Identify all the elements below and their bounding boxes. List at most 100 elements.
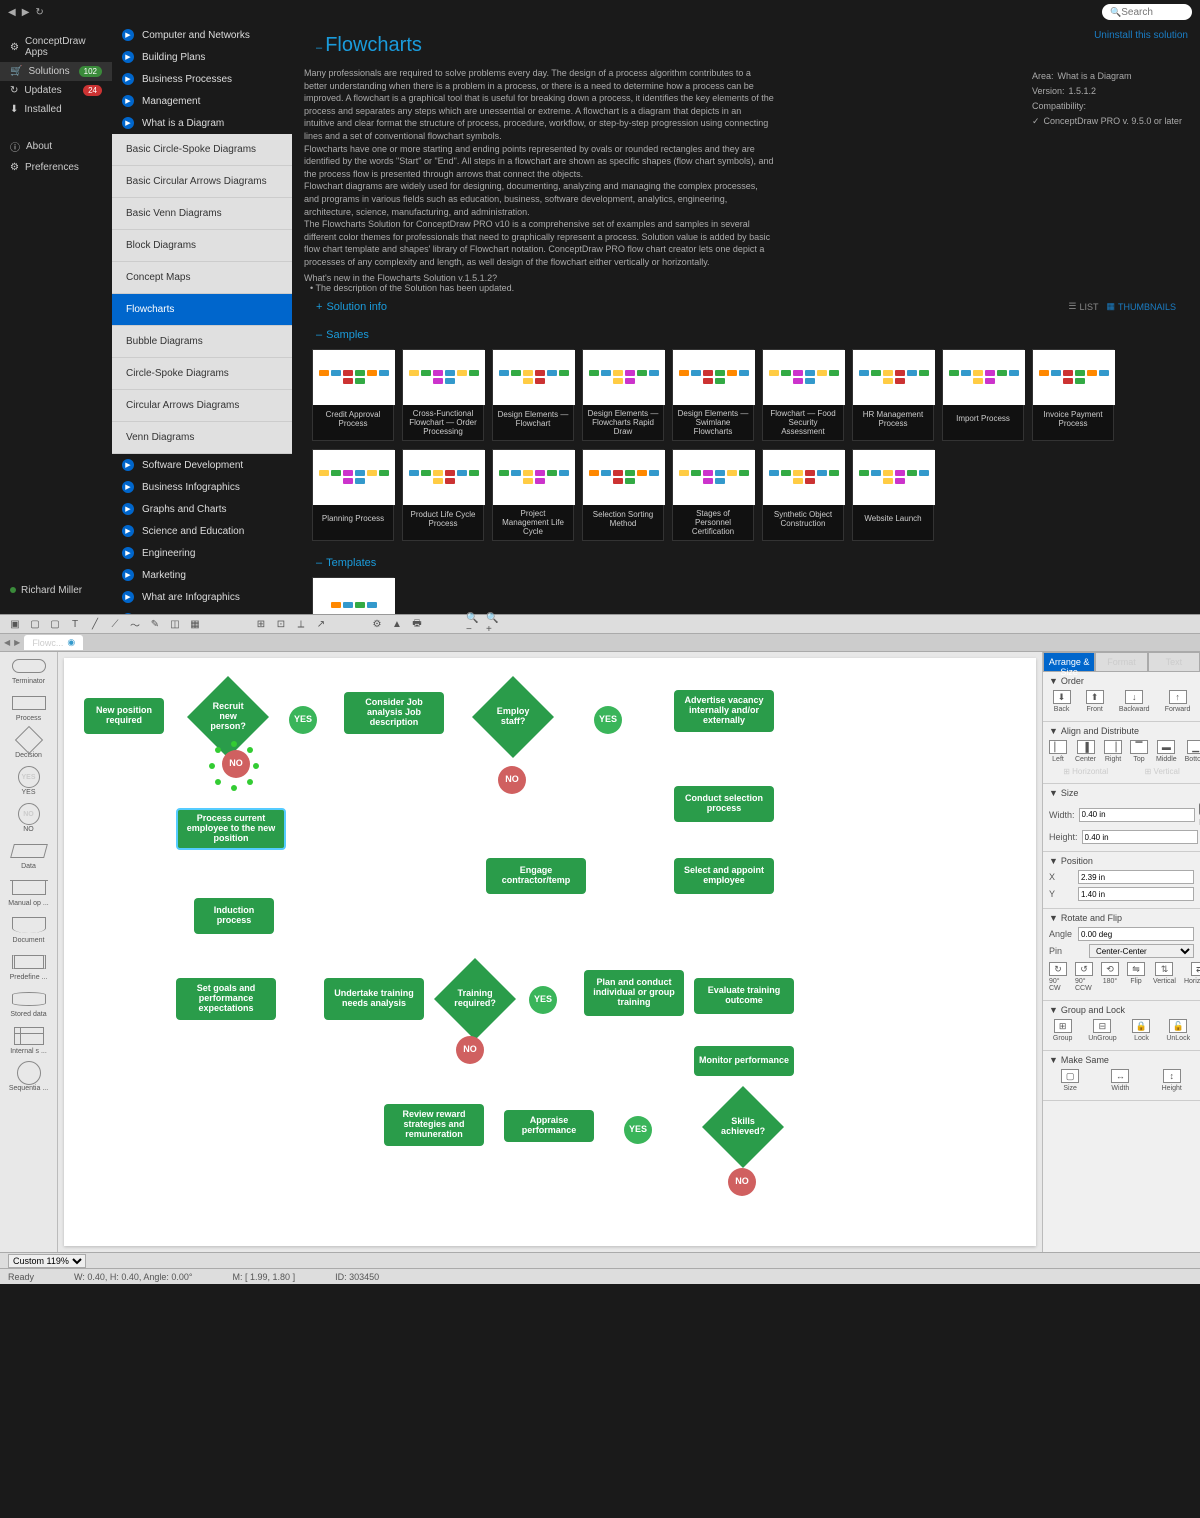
chevron-down-icon[interactable]: ▼	[1049, 726, 1058, 736]
category-item[interactable]: ▶What are Infographics	[112, 586, 292, 608]
text-tool-icon[interactable]: T	[68, 617, 82, 631]
subcategory-item[interactable]: Concept Maps	[112, 262, 292, 294]
align-h-icon[interactable]: ⊞ Horizontal	[1063, 767, 1108, 776]
category-item[interactable]: ▶Management	[112, 90, 292, 112]
tool-2-icon[interactable]: ▢	[28, 617, 42, 631]
order-icons-front[interactable]: ⬆Front	[1086, 690, 1104, 713]
eraser-icon[interactable]: ◫	[168, 617, 182, 631]
section-templates[interactable]: Templates	[326, 557, 376, 569]
category-item[interactable]: ▶Business Processes	[112, 68, 292, 90]
tab-nav-left[interactable]: ◀	[4, 638, 10, 647]
flow-node[interactable]: Training required?	[434, 958, 516, 1040]
angle-input[interactable]	[1078, 927, 1194, 941]
snap-icon[interactable]: ⊞	[254, 617, 268, 631]
flow-node[interactable]: Set goals and performance expectations	[176, 978, 276, 1020]
pin-select[interactable]: Center-Center	[1089, 944, 1194, 958]
zoom-out-icon[interactable]: 🔍−	[466, 617, 480, 631]
width-input[interactable]	[1079, 808, 1195, 822]
sample-card[interactable]: Design Elements — Flowchart	[492, 349, 574, 441]
flow-node[interactable]: Consider Job analysis Job description	[344, 692, 444, 734]
sample-card[interactable]: Project Management Life Cycle	[492, 449, 574, 541]
rotate-icons-90ccw[interactable]: ↺90° CCW	[1075, 962, 1093, 992]
sample-card[interactable]: Invoice Payment Process	[1032, 349, 1114, 441]
subcategory-item[interactable]: Circular Arrows Diagrams	[112, 390, 292, 422]
props-tab-arrange[interactable]: Arrange & Size	[1043, 652, 1095, 672]
palette-predefined[interactable]: Predefine ...	[4, 952, 53, 981]
align-icons-top[interactable]: ▔Top	[1130, 740, 1148, 763]
grid-icon[interactable]: ⊡	[274, 617, 288, 631]
sample-card[interactable]: Stages of Personnel Certification	[672, 449, 754, 541]
category-item[interactable]: ▶Marketing	[112, 564, 292, 586]
palette-yes[interactable]: YESYES	[4, 767, 53, 796]
tool-10-icon[interactable]: ▦	[188, 617, 202, 631]
nav-item-solutions[interactable]: 🛒Solutions102	[0, 62, 112, 81]
subcategory-item[interactable]: Block Diagrams	[112, 230, 292, 262]
subcategory-item[interactable]: Bubble Diagrams	[112, 326, 292, 358]
align-icons-center[interactable]: ▐Center	[1075, 740, 1096, 763]
nav-item-updates[interactable]: ↻Updates24	[0, 81, 112, 100]
align-icons-right[interactable]: ▕Right	[1104, 740, 1122, 763]
flow-node[interactable]: Plan and conduct individual or group tra…	[584, 970, 684, 1016]
chevron-down-icon[interactable]: ▼	[1049, 676, 1058, 686]
height-input[interactable]	[1082, 830, 1198, 844]
zoom-select[interactable]: Custom 119%	[8, 1254, 86, 1268]
palette-manualop[interactable]: Manual op ...	[4, 878, 53, 907]
order-icons-forward[interactable]: ↑Forward	[1165, 690, 1191, 713]
nav-item-installed[interactable]: ⬇Installed	[0, 100, 112, 119]
category-item[interactable]: ▶Software Development	[112, 454, 292, 476]
flow-node[interactable]: Monitor performance	[694, 1046, 794, 1076]
rotate-icons-90cw[interactable]: ↻90° CW	[1049, 962, 1067, 992]
sample-card[interactable]: Website Launch	[852, 449, 934, 541]
chevron-down-icon[interactable]: ▼	[1049, 856, 1058, 866]
palette-internal[interactable]: Internal s ...	[4, 1026, 53, 1055]
subcategory-item[interactable]: Basic Venn Diagrams	[112, 198, 292, 230]
view-list-btn[interactable]: ☰LIST	[1068, 301, 1098, 312]
palette-data[interactable]: Data	[4, 841, 53, 870]
props-tab-format[interactable]: Format	[1095, 652, 1147, 672]
sample-card[interactable]: Synthetic Object Construction	[762, 449, 844, 541]
chevron-down-icon[interactable]: ▼	[1049, 1005, 1058, 1015]
rotate-icons-vertical[interactable]: ⇅Vertical	[1153, 962, 1176, 992]
flow-node[interactable]: New position required	[84, 698, 164, 734]
tab-nav-right[interactable]: ▶	[14, 638, 20, 647]
make-icons-height[interactable]: ↕Height	[1162, 1069, 1182, 1092]
x-input[interactable]	[1078, 870, 1194, 884]
palette-stored[interactable]: Stored data	[4, 989, 53, 1018]
doc-tab[interactable]: Flowc...◉	[24, 635, 83, 650]
palette-no[interactable]: NONO	[4, 804, 53, 833]
view-thumb-btn[interactable]: ▦THUMBNAILS	[1106, 301, 1176, 312]
flow-node[interactable]: Advertise vacancy internally and/or exte…	[674, 690, 774, 732]
group-icons-ungroup[interactable]: ⊟UnGroup	[1088, 1019, 1116, 1042]
category-item[interactable]: ▶Computer and Networks	[112, 24, 292, 46]
nav-item-about[interactable]: ⓘAbout	[0, 135, 112, 158]
flow-node[interactable]: Employ staff?	[472, 676, 554, 758]
palette-sequential[interactable]: Sequentia ...	[4, 1063, 53, 1092]
rotate-icons-flip[interactable]: ⇋Flip	[1127, 962, 1145, 992]
y-input[interactable]	[1078, 887, 1194, 901]
chevron-down-icon[interactable]: ▼	[1049, 1055, 1058, 1065]
sample-card[interactable]: Selection Sorting Method	[582, 449, 664, 541]
rotate-icons-180[interactable]: ⟲180°	[1101, 962, 1119, 992]
subcategory-item[interactable]: Flowcharts	[112, 294, 292, 326]
sample-card[interactable]: HR Management Process	[852, 349, 934, 441]
category-item[interactable]: ▶Building Plans	[112, 46, 292, 68]
group-icons-group[interactable]: ⊞Group	[1053, 1019, 1072, 1042]
make-icons-size[interactable]: ▢Size	[1061, 1069, 1079, 1092]
sample-card[interactable]: Design Elements — Flowcharts Rapid Draw	[582, 349, 664, 441]
pointer-icon[interactable]: ▣	[8, 617, 22, 631]
subcategory-item[interactable]: Circle-Spoke Diagrams	[112, 358, 292, 390]
line-tool-icon[interactable]: ╱	[88, 617, 102, 631]
section-info[interactable]: Solution info	[326, 301, 387, 313]
subcategory-item[interactable]: Basic Circular Arrows Diagrams	[112, 166, 292, 198]
settings-icon[interactable]: ⚙	[370, 617, 384, 631]
ruler-icon[interactable]: ⟂	[294, 617, 308, 631]
flow-node[interactable]: YES	[529, 986, 557, 1014]
chevron-down-icon[interactable]: ▼	[1049, 788, 1058, 798]
flow-node[interactable]: Induction process	[194, 898, 274, 934]
nav-item-conceptdraw-apps[interactable]: ⚙ConceptDraw Apps	[0, 32, 112, 62]
subcategory-item[interactable]: Basic Circle-Spoke Diagrams	[112, 134, 292, 166]
flow-node[interactable]: Conduct selection process	[674, 786, 774, 822]
nav-item-preferences[interactable]: ⚙Preferences	[0, 158, 112, 177]
props-tab-text[interactable]: Text	[1148, 652, 1200, 672]
category-item[interactable]: ▶Engineering	[112, 542, 292, 564]
